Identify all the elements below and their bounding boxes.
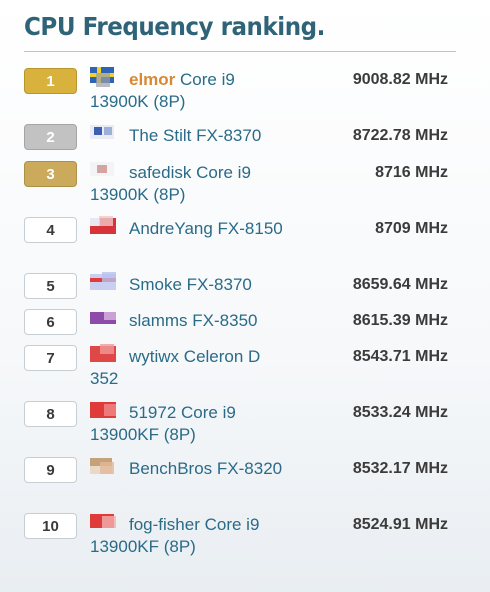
user-cpu-link[interactable]: slamms FX-8350	[90, 310, 290, 332]
user-name[interactable]: AndreYang	[129, 219, 213, 238]
rank-badge: 8	[24, 401, 77, 427]
user-cpu-link[interactable]: fog-fisher Core i9 13900KF (8P)	[90, 514, 290, 558]
ranking-row: 3 safedisk Core i9 13900K (8P) 8716 MHz	[0, 160, 490, 210]
ranking-row: 4 AndreYang FX-8150 8709 MHz	[0, 216, 490, 266]
cpu-name[interactable]: FX-8320	[217, 459, 282, 478]
cpu-name[interactable]: FX-8370	[187, 275, 252, 294]
frequency-value: 8716 MHz	[375, 164, 448, 181]
rank-badge: 5	[24, 273, 77, 299]
ranking-row: 8 51972 Core i9 13900KF (8P) 8533.24 MHz	[0, 400, 490, 450]
rank-badge: 7	[24, 345, 77, 371]
user-name[interactable]: BenchBros	[129, 459, 212, 478]
ranking-row: 10 fog-fisher Core i9 13900KF (8P) 8524.…	[0, 512, 490, 562]
cpu-name[interactable]: FX-8350	[192, 311, 257, 330]
page-title: CPU Frequency ranking.	[24, 12, 325, 41]
user-cpu-link[interactable]: safedisk Core i9 13900K (8P)	[90, 162, 290, 206]
user-name[interactable]: 51972	[129, 403, 176, 422]
title-divider	[24, 51, 456, 52]
user-cpu-link[interactable]: The Stilt FX-8370	[90, 125, 290, 147]
frequency-value: 8722.78 MHz	[352, 127, 448, 144]
user-name[interactable]: elmor	[129, 70, 175, 89]
rank-badge: 9	[24, 457, 77, 483]
ranking-row: 1 elmor Core i9 13900K (8P) 9008.82 MHz	[0, 67, 490, 117]
frequency-value: 8543.71 MHz	[352, 348, 448, 365]
rank-badge: 3	[24, 161, 77, 187]
cpu-name[interactable]: FX-8370	[196, 126, 261, 145]
ranking-row: 9 BenchBros FX-8320 8532.17 MHz	[0, 456, 490, 506]
user-cpu-link[interactable]: AndreYang FX-8150	[90, 218, 290, 240]
cpu-frequency-ranking-panel: CPU Frequency ranking. 1 elmor Core i9 1…	[0, 0, 490, 592]
rank-badge: 2	[24, 124, 77, 150]
user-name[interactable]: wytiwx	[129, 347, 179, 366]
user-cpu-link[interactable]: 51972 Core i9 13900KF (8P)	[90, 402, 290, 446]
frequency-value: 8533.24 MHz	[352, 404, 448, 421]
rank-badge: 4	[24, 217, 77, 243]
frequency-value: 8532.17 MHz	[352, 460, 448, 477]
frequency-value: 8524.91 MHz	[352, 516, 448, 533]
user-name[interactable]: Smoke	[129, 275, 182, 294]
user-name[interactable]: The Stilt	[129, 126, 191, 145]
frequency-value: 8709 MHz	[375, 220, 448, 237]
user-name[interactable]: fog-fisher	[129, 515, 200, 534]
frequency-value: 8615.39 MHz	[352, 312, 448, 329]
frequency-value: 8659.64 MHz	[352, 276, 448, 293]
user-name[interactable]: slamms	[129, 311, 188, 330]
cpu-name[interactable]: FX-8150	[218, 219, 283, 238]
rank-badge: 10	[24, 513, 77, 539]
user-cpu-link[interactable]: elmor Core i9 13900K (8P)	[90, 69, 290, 113]
user-cpu-link[interactable]: Smoke FX-8370	[90, 274, 290, 296]
rank-badge: 6	[24, 309, 77, 335]
user-cpu-link[interactable]: BenchBros FX-8320	[90, 458, 290, 480]
rank-badge: 1	[24, 68, 77, 94]
ranking-row: 7 wytiwx Celeron D 352 8543.71 MHz	[0, 344, 490, 394]
user-name[interactable]: safedisk	[129, 163, 191, 182]
frequency-value: 9008.82 MHz	[352, 71, 448, 88]
user-cpu-link[interactable]: wytiwx Celeron D 352	[90, 346, 290, 390]
